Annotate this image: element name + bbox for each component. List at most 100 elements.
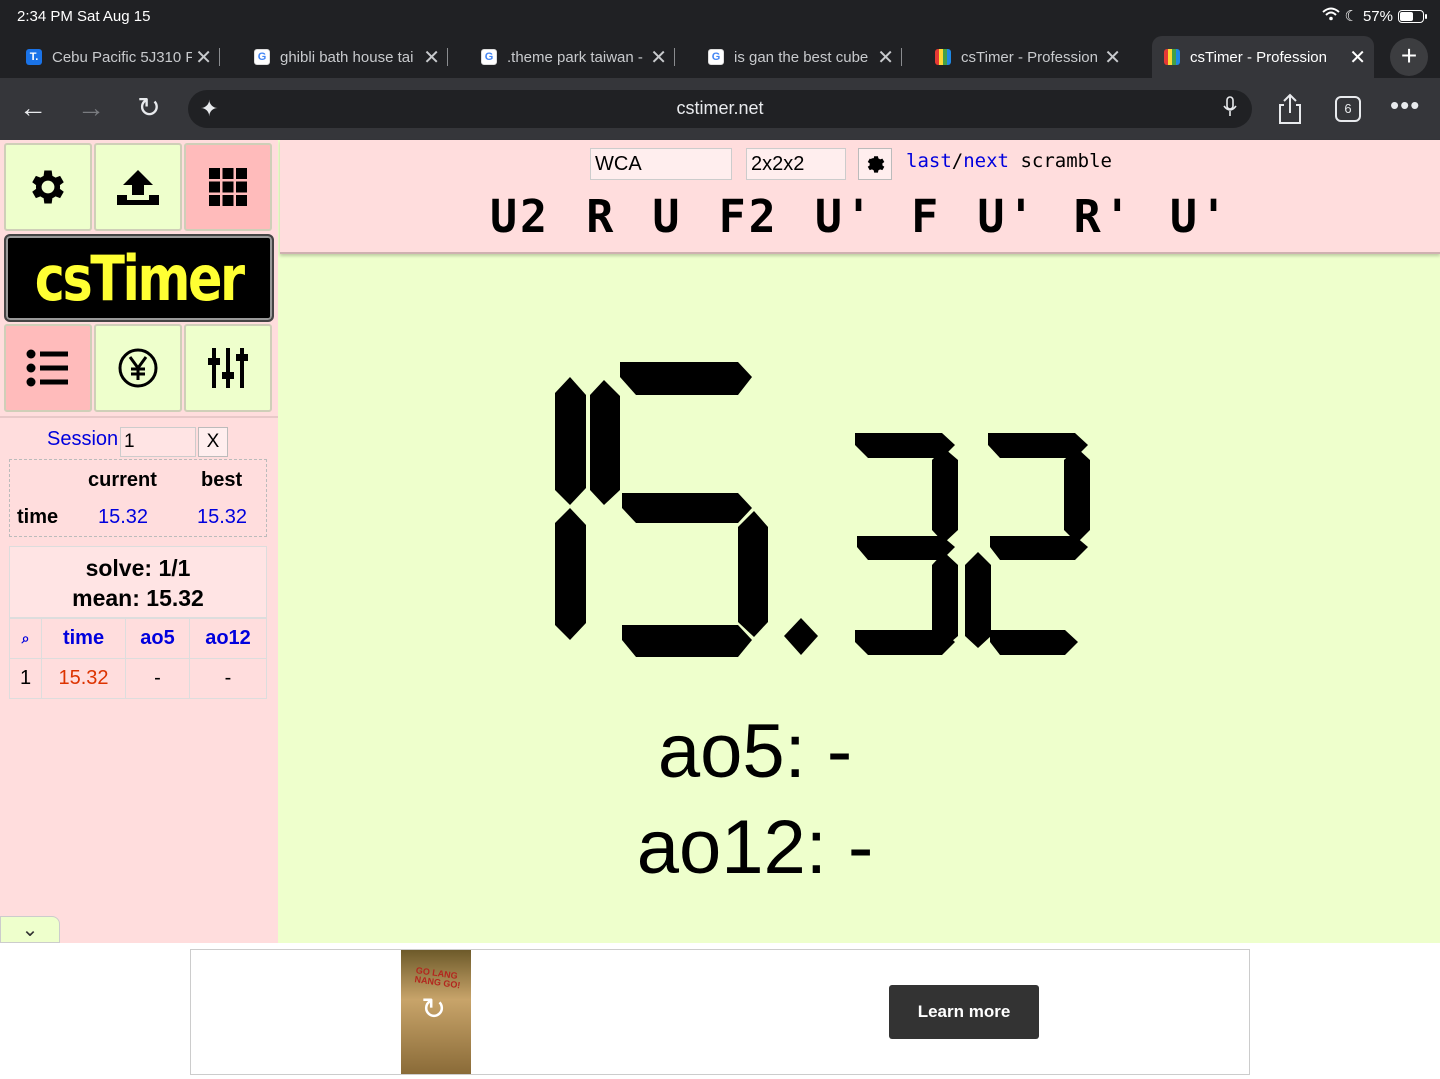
status-time: 2:34 PM Sat Aug 15 xyxy=(17,8,151,25)
tab-close-icon[interactable]: ✕ xyxy=(877,45,894,70)
row-index: 1 xyxy=(9,658,42,699)
new-tab-button[interactable]: + xyxy=(1390,38,1428,76)
ad-image[interactable]: GO LANG NANG GO! ↻ xyxy=(401,950,471,1074)
scramble-settings-gear-icon[interactable] xyxy=(858,148,892,180)
ad-banner[interactable]: GO LANG NANG GO! ↻ Learn more xyxy=(190,949,1250,1075)
tab-count-button[interactable]: 6 xyxy=(1335,96,1361,122)
row-ao12: - xyxy=(189,658,267,699)
tab-favicon-icon: T. xyxy=(26,49,42,65)
ad-area: GO LANG NANG GO! ↻ Learn more xyxy=(0,943,1440,1079)
row-time-label: time xyxy=(17,506,59,528)
share-icon[interactable] xyxy=(1274,92,1306,126)
google-favicon-icon: G xyxy=(254,49,270,65)
battery-percent: 57% xyxy=(1362,7,1393,25)
tab-title: is gan the best cube xyxy=(734,48,869,66)
left-panel: csTimer Session 1 X current best time 15… xyxy=(0,140,278,943)
list-icon xyxy=(26,349,68,387)
options-button[interactable] xyxy=(4,143,92,231)
times-table: ⌕ time ao5 ao12 1 15.32 - - xyxy=(9,618,267,699)
moon-icon: ☾ xyxy=(1344,8,1358,25)
wifi-icon xyxy=(1321,7,1340,25)
search-icon[interactable]: ⌕ xyxy=(9,618,42,659)
puzzle-select[interactable]: 2x2x2 xyxy=(746,148,846,180)
google-favicon-icon: G xyxy=(708,49,724,65)
microphone-icon[interactable] xyxy=(1222,96,1238,124)
google-favicon-icon: G xyxy=(481,49,497,65)
scramble-text: U2 R U F2 U' F U' R' U' xyxy=(489,190,1231,243)
session-stats-button[interactable] xyxy=(4,324,92,412)
header-time: time xyxy=(41,618,126,659)
tab-title: ghibli bath house tai xyxy=(280,48,414,66)
cstimer-logo: csTimer xyxy=(4,234,274,322)
battery-icon xyxy=(1398,9,1427,23)
cstimer-page: ao5: - ao12: - WCA 2x2x2 last/next scram… xyxy=(0,140,1440,943)
back-arrow-icon[interactable]: ← xyxy=(16,92,50,126)
address-bar[interactable]: ✦ cstimer.net xyxy=(188,90,1252,128)
clear-session-button[interactable]: X xyxy=(198,427,228,457)
collapse-chevron-down-icon[interactable]: ⌄ xyxy=(0,916,60,943)
scramble-tools-button[interactable] xyxy=(184,143,272,231)
status-icons: ☾ 57% xyxy=(1321,7,1427,25)
replay-icon[interactable]: ↻ xyxy=(421,992,446,1027)
scramble-nav: last/next scramble xyxy=(906,150,1112,172)
header-ao12: ao12 xyxy=(189,618,267,659)
sliders-icon xyxy=(208,348,248,388)
last-scramble-link[interactable]: last xyxy=(906,150,952,172)
tab-cebu-pacific[interactable]: T. Cebu Pacific 5J310 F ✕ xyxy=(0,36,220,78)
solve-summary[interactable]: solve: 1/1 mean: 15.32 xyxy=(9,546,267,618)
scramble-type-select[interactable]: WCA xyxy=(590,148,732,180)
session-stats-panel: Session 1 X current best time 15.32 15.3… xyxy=(0,416,278,916)
donate-button[interactable] xyxy=(94,324,182,412)
forward-arrow-icon[interactable]: → xyxy=(74,92,108,126)
cstimer-favicon-icon xyxy=(935,49,951,65)
tools-button[interactable] xyxy=(184,324,272,412)
yen-coin-icon xyxy=(118,348,158,388)
export-button[interactable] xyxy=(94,143,182,231)
table-header: ⌕ time ao5 ao12 xyxy=(9,618,267,659)
slash: / xyxy=(951,150,964,172)
browser-chrome: 2:34 PM Sat Aug 15 ☾ 57% T. Cebu Pacific… xyxy=(0,0,1440,140)
table-row: 1 15.32 - - xyxy=(9,658,267,699)
tab-cstimer-active[interactable]: csTimer - Profession ✕ xyxy=(1152,36,1374,78)
gear-icon xyxy=(32,170,64,204)
tab-title: .theme park taiwan - xyxy=(507,48,643,66)
tab-title: csTimer - Profession xyxy=(1190,48,1327,66)
summary-box: current best time 15.32 15.32 xyxy=(9,459,267,537)
grid-icon xyxy=(209,168,247,206)
ad-image-text: GO LANG NANG GO! xyxy=(414,965,461,991)
tab-gan-cube[interactable]: G is gan the best cube ✕ xyxy=(682,36,902,78)
tab-close-icon[interactable]: ✕ xyxy=(650,45,667,70)
cstimer-favicon-icon xyxy=(1164,49,1180,65)
reload-icon[interactable]: ↻ xyxy=(132,92,166,126)
session-label: Session xyxy=(47,428,119,450)
session-mean: mean: 15.32 xyxy=(72,585,204,611)
tab-cstimer-1[interactable]: csTimer - Profession ✕ xyxy=(909,36,1129,78)
scramble-word: scramble xyxy=(1020,150,1112,172)
solve-count: solve: 1/1 xyxy=(85,555,191,581)
tab-close-icon[interactable]: ✕ xyxy=(195,45,212,70)
tab-theme-park[interactable]: G .theme park taiwan - ✕ xyxy=(455,36,675,78)
next-scramble-link[interactable]: next xyxy=(963,150,1009,172)
header-ao5: ao5 xyxy=(125,618,190,659)
tab-close-icon[interactable]: ✕ xyxy=(1104,45,1121,70)
upload-tray-icon xyxy=(117,170,159,205)
tab-strip: T. Cebu Pacific 5J310 F ✕ G ghibli bath … xyxy=(0,36,1440,78)
learn-more-button[interactable]: Learn more xyxy=(889,985,1039,1039)
status-bar: 2:34 PM Sat Aug 15 ☾ 57% xyxy=(0,0,1440,34)
row-time[interactable]: 15.32 xyxy=(41,658,126,699)
tab-title: Cebu Pacific 5J310 F xyxy=(52,48,192,66)
logo-text: csTimer xyxy=(35,241,245,315)
col-best: best xyxy=(201,469,243,491)
best-time[interactable]: 15.32 xyxy=(197,506,247,529)
ao12-display: ao12: - xyxy=(636,805,874,890)
session-select[interactable]: 1 xyxy=(120,427,196,457)
browser-toolbar: ← → ↻ ✦ cstimer.net 6 ••• xyxy=(0,78,1440,140)
tab-ghibli[interactable]: G ghibli bath house tai ✕ xyxy=(228,36,448,78)
tab-title: csTimer - Profession xyxy=(961,48,1098,66)
tab-close-icon[interactable]: ✕ xyxy=(1349,45,1366,70)
more-options-icon[interactable]: ••• xyxy=(1390,90,1420,121)
current-time[interactable]: 15.32 xyxy=(98,506,148,529)
tab-close-icon[interactable]: ✕ xyxy=(423,45,440,70)
scramble-panel: WCA 2x2x2 last/next scramble U2 R U F2 U… xyxy=(280,140,1440,254)
row-ao5: - xyxy=(125,658,190,699)
